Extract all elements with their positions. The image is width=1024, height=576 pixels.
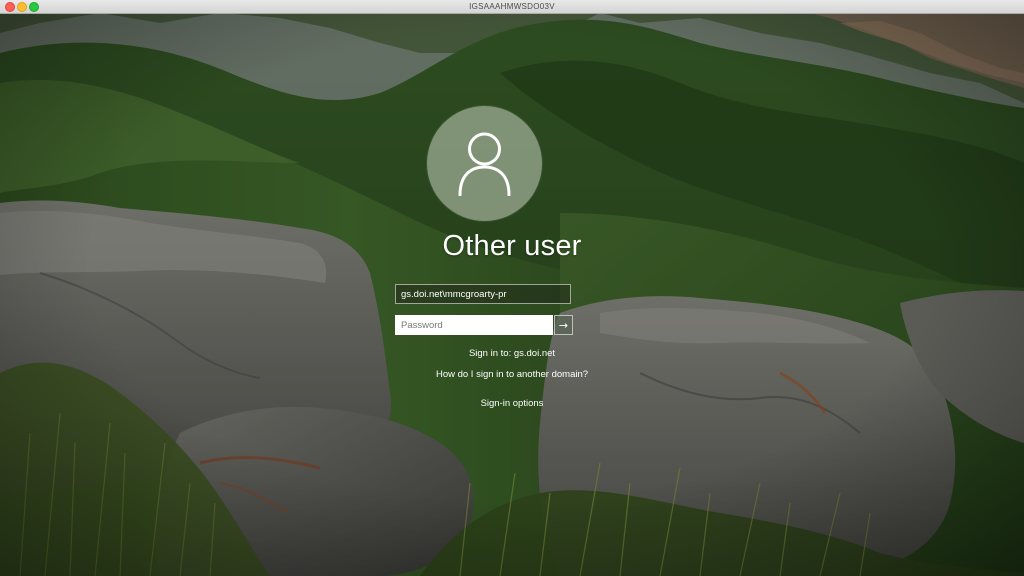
account-name-field[interactable]: gs.doi.net\mmcgroarty-pr: [395, 284, 571, 304]
user-silhouette-icon: [458, 132, 511, 196]
sign-in-domain-text: Sign in to: gs.doi.net: [468, 348, 556, 359]
other-domain-link[interactable]: How do I sign in to another domain?: [0, 369, 1024, 380]
window-title-bar: IGSAAAHMWSDO03V: [0, 0, 1024, 14]
sign-in-options-link[interactable]: Sign-in options: [0, 398, 1024, 409]
arrow-right-icon: →: [558, 318, 569, 332]
window-title: IGSAAAHMWSDO03V: [469, 2, 555, 11]
sign-in-panel: Other user gs.doi.net\mmcgroarty-pr → Si…: [0, 0, 1024, 576]
password-input[interactable]: [395, 315, 553, 335]
user-name-heading: Other user: [442, 230, 582, 262]
submit-arrow-button[interactable]: →: [554, 315, 573, 335]
user-avatar: [427, 106, 542, 221]
